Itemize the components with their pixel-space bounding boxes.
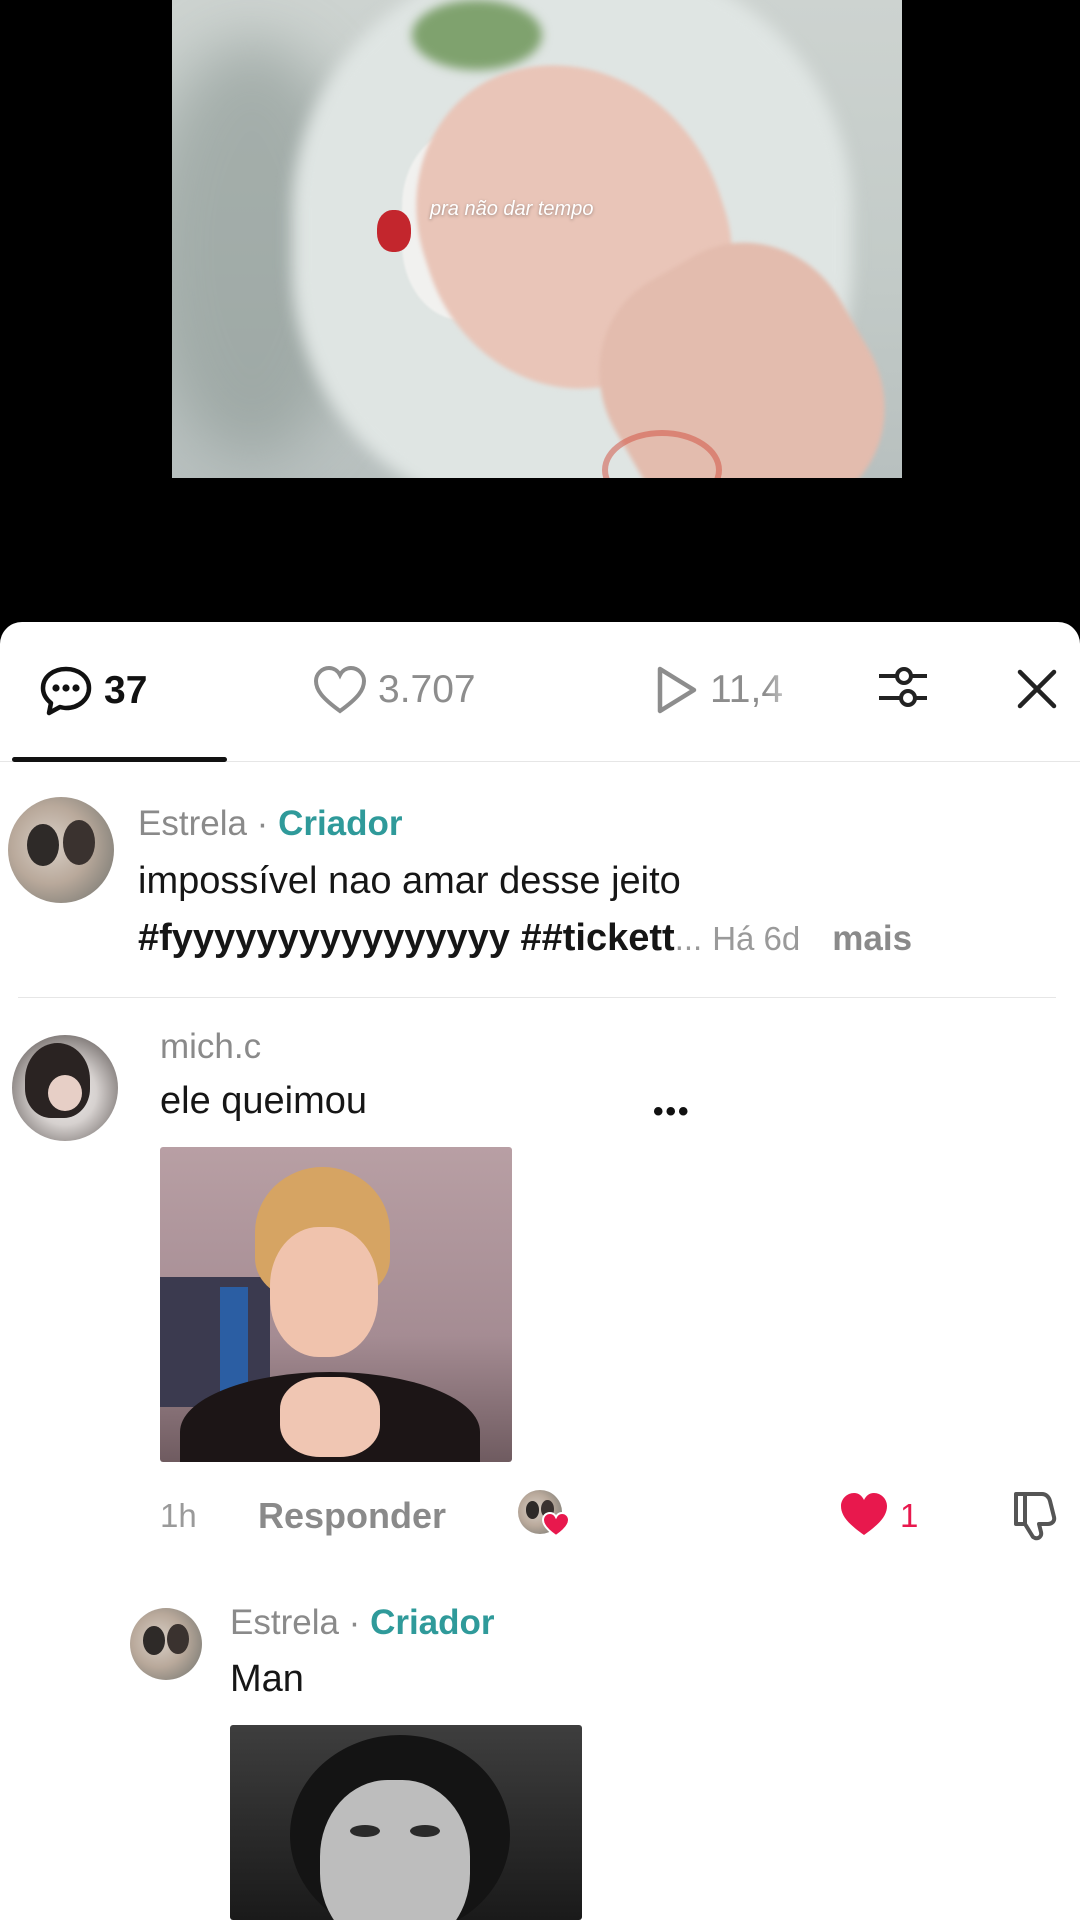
close-icon[interactable] [1012, 664, 1062, 714]
video-frame [172, 0, 902, 478]
video-player[interactable]: pra não dar tempo [0, 0, 1080, 630]
video-caption: pra não dar tempo [430, 198, 594, 220]
ellipsis: ... [674, 920, 703, 957]
creator-badge: Criador [278, 804, 403, 843]
creator-description: Estrela · Criador impossível nao amar de… [0, 762, 1080, 997]
comment-author[interactable]: mich.c [160, 1027, 261, 1067]
author-name[interactable]: Estrela [138, 804, 247, 843]
reply-text: Man [230, 1658, 304, 1700]
avatar[interactable] [8, 797, 114, 903]
likes-count: 3.707 [378, 668, 476, 711]
sliders-icon[interactable] [876, 662, 930, 712]
chat-bubble-icon [40, 666, 92, 716]
divider [18, 997, 1056, 998]
comment-time: 1h [160, 1497, 197, 1534]
creator-liked-badge [518, 1490, 570, 1538]
more-options-button[interactable]: ••• [653, 1095, 691, 1129]
comment-gif[interactable] [160, 1147, 512, 1462]
play-icon [657, 666, 697, 714]
more-link[interactable]: mais [832, 919, 912, 959]
avatar[interactable] [12, 1035, 118, 1141]
tab-views[interactable]: 11,4 [652, 664, 806, 716]
author-line: Estrela · Criador [138, 804, 403, 844]
thumbs-down-icon[interactable] [1008, 1488, 1062, 1542]
description-line-2: #fyyyyyyyyyyyyyyyy ##tickett ... Há 6d m… [138, 917, 912, 960]
hashtags[interactable]: #fyyyyyyyyyyyyyyyy ##tickett [138, 917, 675, 960]
comments-count: 37 [104, 669, 148, 712]
comment-text: ele queimou [160, 1080, 368, 1122]
creator-badge: Criador [370, 1603, 495, 1642]
heart-outline-icon [313, 665, 367, 714]
description-time: Há 6d [712, 920, 801, 957]
separator: · [348, 1603, 361, 1642]
tab-likes[interactable]: 3.707 [312, 664, 476, 716]
heart-filled-icon[interactable] [838, 1490, 890, 1538]
separator: · [256, 804, 269, 843]
reply-gif[interactable] [230, 1725, 582, 1920]
tab-comments[interactable]: 37 [38, 664, 147, 718]
author-name[interactable]: Estrela [230, 1603, 339, 1642]
reply-author-line: Estrela · Criador [230, 1603, 495, 1643]
flowers-image [412, 0, 542, 70]
reply-button[interactable]: Responder [258, 1495, 446, 1537]
description-text: impossível nao amar desse jeito [138, 860, 681, 902]
avatar[interactable] [130, 1608, 202, 1680]
like-count: 1 [900, 1497, 919, 1534]
sheet-tab-bar: 37 3.707 11,4 [0, 622, 1080, 762]
heart-filled-icon [542, 1512, 570, 1538]
